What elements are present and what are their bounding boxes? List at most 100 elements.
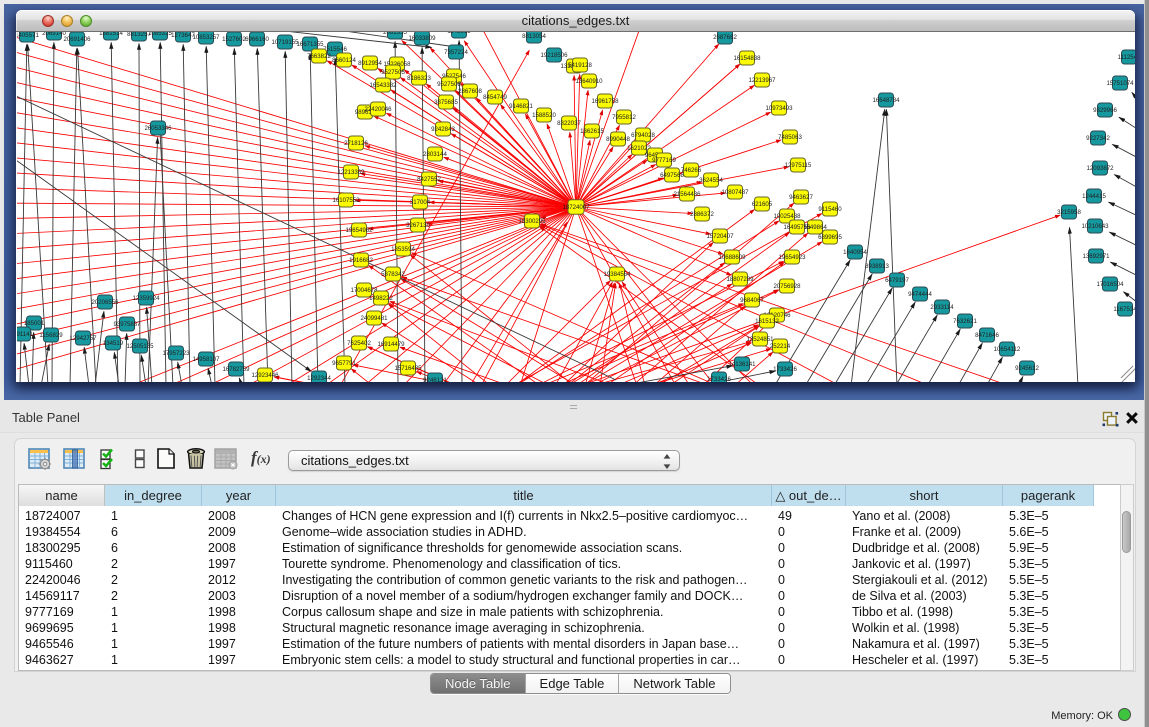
svg-text:7955812: 7955812 bbox=[612, 114, 636, 121]
svg-text:1615132: 1615132 bbox=[755, 318, 779, 325]
svg-text:1085325: 1085325 bbox=[148, 32, 172, 37]
svg-text:9245612: 9245612 bbox=[1015, 365, 1039, 372]
svg-text:7485063: 7485063 bbox=[778, 134, 802, 141]
svg-text:1167534: 1167534 bbox=[1113, 306, 1135, 313]
svg-text:16154838: 16154838 bbox=[733, 55, 761, 62]
svg-text:6479197: 6479197 bbox=[885, 277, 909, 284]
svg-text:16107552: 16107552 bbox=[332, 197, 360, 204]
svg-text:13524851: 13524851 bbox=[746, 336, 774, 343]
svg-text:1733426: 1733426 bbox=[773, 366, 797, 373]
svg-text:16495756: 16495756 bbox=[783, 224, 811, 231]
svg-text:1244415: 1244415 bbox=[1082, 193, 1106, 200]
svg-text:9463627: 9463627 bbox=[789, 194, 813, 201]
svg-text:9657791: 9657791 bbox=[332, 360, 356, 367]
svg-text:621605: 621605 bbox=[752, 201, 773, 208]
svg-text:16033809: 16033809 bbox=[408, 35, 436, 42]
svg-text:18807289: 18807289 bbox=[726, 276, 754, 283]
svg-text:1916682: 1916682 bbox=[349, 257, 373, 264]
svg-text:1733426: 1733426 bbox=[707, 376, 731, 382]
svg-text:21564436: 21564436 bbox=[673, 191, 701, 198]
svg-text:8322037: 8322037 bbox=[557, 120, 581, 127]
svg-text:15720407: 15720407 bbox=[706, 233, 734, 240]
svg-text:9474444: 9474444 bbox=[908, 291, 932, 298]
svg-text:1156829: 1156829 bbox=[39, 332, 63, 339]
svg-text:3875685: 3875685 bbox=[434, 99, 458, 106]
svg-text:12923446: 12923446 bbox=[251, 372, 279, 379]
svg-text:5419128: 5419128 bbox=[568, 62, 592, 69]
svg-text:2867608: 2867608 bbox=[458, 88, 482, 95]
svg-text:9115460: 9115460 bbox=[818, 206, 842, 213]
svg-text:16543382: 16543382 bbox=[369, 82, 397, 89]
svg-text:20691406: 20691406 bbox=[63, 36, 91, 43]
svg-text:19384554: 19384554 bbox=[603, 271, 631, 278]
svg-text:9777169: 9777169 bbox=[652, 157, 676, 164]
svg-text:1292344: 1292344 bbox=[307, 375, 331, 382]
svg-text:10654112: 10654112 bbox=[994, 346, 1021, 353]
svg-text:22420046: 22420046 bbox=[364, 106, 392, 113]
svg-text:2886372: 2886372 bbox=[690, 211, 714, 218]
svg-text:8427552: 8427552 bbox=[417, 176, 441, 183]
svg-text:10719155: 10719155 bbox=[271, 39, 299, 46]
svg-text:19654923: 19654923 bbox=[778, 254, 806, 261]
svg-text:26053346: 26053346 bbox=[144, 125, 172, 132]
svg-text:7625402: 7625402 bbox=[347, 340, 371, 347]
svg-text:16671355: 16671355 bbox=[296, 41, 324, 48]
svg-text:13692971: 13692971 bbox=[1082, 253, 1110, 260]
svg-text:134519: 134519 bbox=[103, 340, 124, 347]
svg-text:10853257: 10853257 bbox=[192, 34, 220, 41]
svg-text:10210643: 10210643 bbox=[1081, 223, 1109, 230]
svg-text:12093872: 12093872 bbox=[1086, 165, 1114, 172]
svg-text:19218506: 19218506 bbox=[540, 52, 568, 59]
svg-text:14958107: 14958107 bbox=[192, 356, 220, 363]
svg-text:9146821: 9146821 bbox=[509, 103, 533, 110]
svg-text:252214: 252214 bbox=[770, 343, 791, 350]
svg-text:1498222: 1498222 bbox=[369, 295, 393, 302]
svg-text:18300295: 18300295 bbox=[518, 218, 546, 225]
svg-text:1527602: 1527602 bbox=[222, 36, 246, 43]
svg-text:2803144: 2803144 bbox=[423, 151, 447, 158]
svg-text:185001: 185001 bbox=[24, 320, 45, 327]
svg-text:12213967: 12213967 bbox=[748, 77, 776, 84]
svg-text:8660124: 8660124 bbox=[332, 57, 356, 64]
svg-text:1881514: 1881514 bbox=[99, 32, 123, 37]
svg-text:2718126: 2718126 bbox=[344, 140, 368, 147]
svg-text:15751074: 15751074 bbox=[1106, 80, 1134, 87]
svg-text:1145815: 1145815 bbox=[447, 32, 471, 35]
svg-text:13640910: 13640910 bbox=[575, 78, 603, 85]
svg-text:9684067: 9684067 bbox=[740, 297, 764, 304]
svg-text:10807487: 10807487 bbox=[721, 189, 749, 196]
svg-text:8186323: 8186323 bbox=[407, 75, 431, 82]
svg-text:12359924: 12359924 bbox=[132, 295, 160, 302]
svg-text:5878342: 5878342 bbox=[381, 271, 405, 278]
svg-text:9242843: 9242843 bbox=[431, 126, 455, 133]
svg-text:16782759: 16782759 bbox=[222, 366, 250, 373]
svg-text:12975115: 12975115 bbox=[785, 162, 812, 169]
svg-text:14136141: 14136141 bbox=[728, 361, 756, 368]
svg-text:93975887: 93975887 bbox=[113, 321, 141, 328]
svg-text:6794028: 6794028 bbox=[631, 132, 655, 139]
svg-text:3624554: 3624554 bbox=[699, 177, 723, 184]
svg-text:1640954: 1640954 bbox=[843, 249, 867, 256]
svg-text:3267130: 3267130 bbox=[406, 222, 430, 229]
svg-text:9329966: 9329966 bbox=[1093, 107, 1117, 114]
svg-text:18724007: 18724007 bbox=[562, 204, 590, 211]
svg-text:10025438: 10025438 bbox=[773, 213, 801, 220]
svg-text:15716485: 15716485 bbox=[394, 365, 422, 372]
svg-text:8454749: 8454749 bbox=[483, 94, 507, 101]
svg-text:17016504: 17016504 bbox=[1096, 281, 1124, 288]
svg-text:8938913: 8938913 bbox=[865, 263, 889, 270]
svg-text:19654982: 19654982 bbox=[345, 227, 373, 234]
svg-text:12942757: 12942757 bbox=[69, 335, 97, 342]
svg-text:24099481: 24099481 bbox=[360, 315, 388, 322]
svg-text:7632621: 7632621 bbox=[953, 318, 977, 325]
svg-text:1362615: 1362615 bbox=[580, 128, 604, 135]
svg-text:2687682: 2687682 bbox=[713, 34, 737, 41]
svg-text:17957223: 17957223 bbox=[162, 350, 190, 357]
svg-text:6966160: 6966160 bbox=[245, 36, 269, 43]
svg-text:8471646: 8471646 bbox=[975, 332, 999, 339]
svg-text:8990448: 8990448 bbox=[606, 136, 630, 143]
svg-text:8912954: 8912954 bbox=[358, 60, 382, 67]
svg-text:6899695: 6899695 bbox=[818, 234, 842, 241]
svg-text:16914479: 16914479 bbox=[377, 341, 405, 348]
svg-text:391141: 391141 bbox=[17, 331, 34, 338]
